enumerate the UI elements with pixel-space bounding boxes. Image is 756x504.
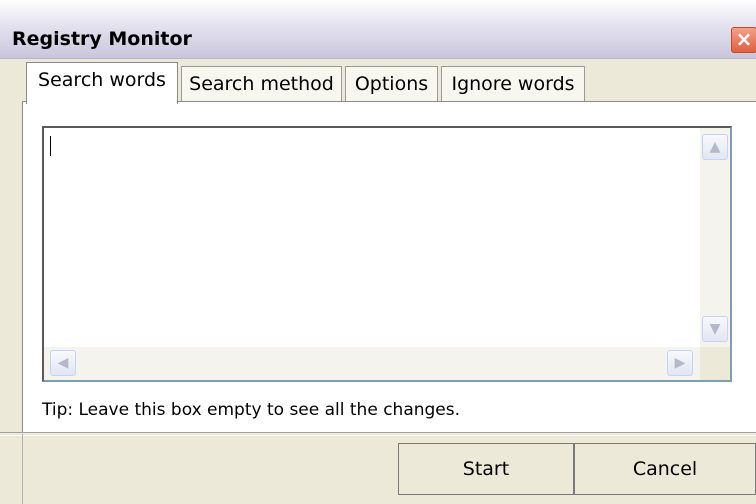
tip-text: Tip: Leave this box empty to see all the…	[42, 400, 461, 420]
scroll-down-button[interactable]: ▼	[702, 316, 728, 342]
window-title: Registry Monitor	[12, 28, 192, 50]
tab-label: Search words	[38, 69, 166, 91]
footer-spacer	[0, 434, 23, 504]
scroll-right-button[interactable]: ▶	[667, 350, 693, 376]
tab-label: Options	[354, 73, 429, 95]
tab-options[interactable]: Options	[345, 66, 438, 102]
horizontal-scrollbar[interactable]: ◀ ▶	[44, 347, 700, 380]
chevron-left-icon: ◀	[57, 355, 69, 371]
chevron-down-icon: ▼	[709, 321, 721, 337]
tab-search-method[interactable]: Search method	[181, 66, 342, 102]
close-icon: ×	[735, 27, 753, 51]
cancel-button[interactable]: Cancel	[574, 443, 756, 495]
search-words-input[interactable]	[44, 128, 699, 347]
start-button[interactable]: Start	[398, 443, 574, 495]
text-caret	[50, 136, 51, 156]
chevron-up-icon: ▲	[709, 139, 721, 155]
scrollbar-corner	[700, 347, 730, 380]
tab-label: Ignore words	[451, 73, 575, 95]
close-button[interactable]: ×	[731, 27, 756, 53]
tab-ignore-words[interactable]: Ignore words	[441, 66, 585, 102]
tab-label: Search method	[189, 73, 334, 95]
tab-strip: Search words Search method Options Ignor…	[0, 60, 756, 104]
scroll-up-button[interactable]: ▲	[702, 134, 728, 160]
title-bar: Registry Monitor ×	[0, 0, 756, 59]
search-words-box: ▲ ▼ ◀ ▶	[42, 126, 732, 382]
scroll-left-button[interactable]: ◀	[50, 350, 76, 376]
footer-divider	[0, 432, 756, 436]
tab-search-words[interactable]: Search words	[26, 62, 178, 104]
vertical-scrollbar[interactable]: ▲ ▼	[700, 128, 730, 347]
chevron-right-icon: ▶	[674, 355, 686, 371]
